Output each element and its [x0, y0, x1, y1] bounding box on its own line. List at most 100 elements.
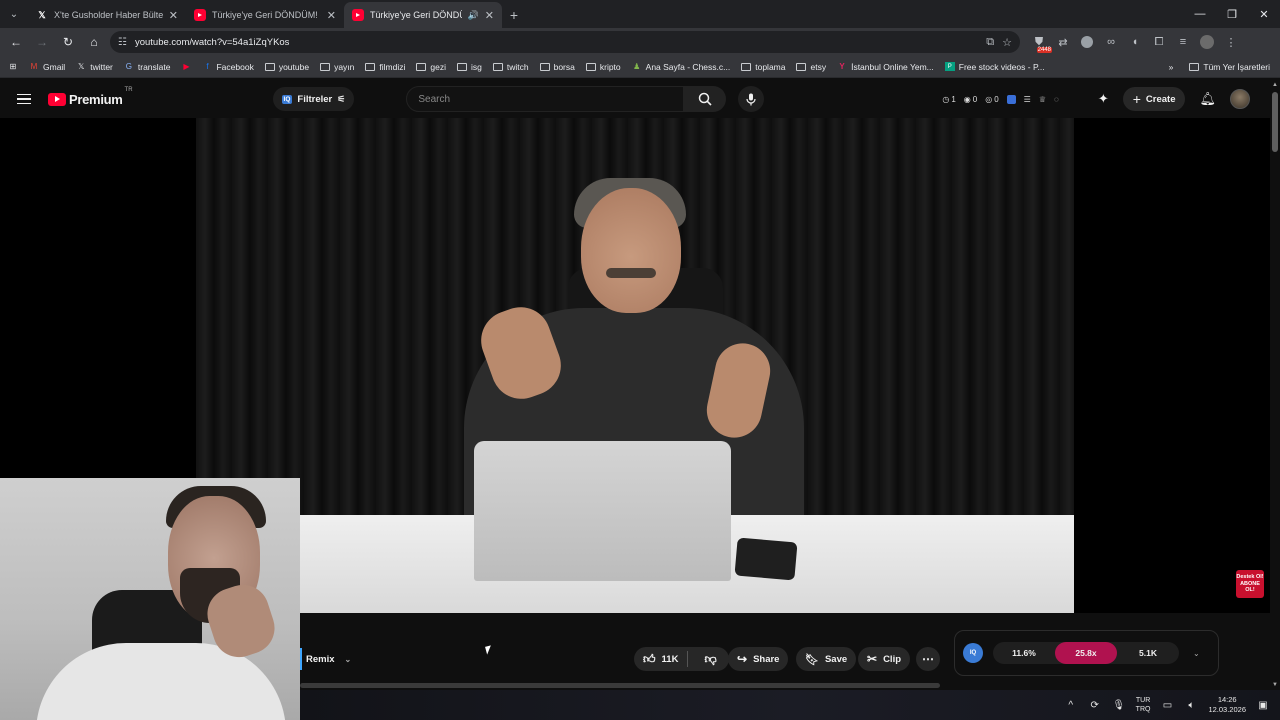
save-button[interactable]: 🔖︎ Save	[796, 647, 857, 671]
share-label: Share	[753, 653, 780, 665]
metric-count[interactable]: 5.1K	[1117, 642, 1179, 664]
chat-icon[interactable]: ◌	[1054, 95, 1059, 104]
metric-multiplier[interactable]: 25.8x	[1055, 642, 1117, 664]
chrome-menu-icon[interactable]: ⋮	[1220, 31, 1242, 53]
avatar[interactable]	[1230, 89, 1250, 109]
speaker-icon[interactable]: 🔊	[468, 10, 479, 21]
list-icon[interactable]: ☰	[1024, 95, 1031, 104]
bookmark-folder-youtube[interactable]: youtube	[264, 62, 309, 72]
home-icon[interactable]: ⌂	[82, 30, 106, 54]
bookmark-folder-etsy[interactable]: etsy	[796, 62, 826, 72]
tab-1[interactable]: 𝕏 X'te Gusholder Haber Bülteni: " ✕	[28, 2, 186, 28]
install-icon[interactable]: ⧉	[986, 36, 994, 49]
site-info-icon[interactable]: ☷	[118, 37, 127, 48]
menu-icon[interactable]	[17, 93, 31, 105]
all-bookmarks[interactable]: Tüm Yer İşaretleri	[1189, 62, 1270, 72]
extension-translate-icon[interactable]: ⇄	[1052, 31, 1074, 53]
restore-icon[interactable]: ❐	[1216, 0, 1248, 28]
tab-search-icon[interactable]: ⌄	[0, 0, 28, 28]
sync-icon[interactable]: ⟳	[1088, 700, 1102, 711]
page-scrollbar[interactable]: ▲ ▼	[1270, 80, 1280, 690]
extensions-puzzle-icon[interactable]: ⧠	[1148, 31, 1170, 53]
url-text[interactable]: youtube.com/watch?v=54a1iZqYKos	[135, 37, 978, 48]
back-icon[interactable]: ←	[4, 30, 28, 54]
folder-icon	[365, 62, 376, 71]
apps-icon[interactable]: ⊞	[8, 62, 18, 71]
notifications-bell-icon[interactable]: 🔔︎	[1199, 91, 1216, 107]
chevron-up-icon[interactable]: ^	[1064, 700, 1078, 711]
voice-search-button[interactable]	[738, 86, 765, 112]
minimize-icon[interactable]: —	[1184, 0, 1216, 28]
youtube-logo[interactable]: Premium TR	[48, 87, 133, 107]
gemini-icon[interactable]: ✦	[1098, 91, 1109, 107]
notification-center-icon[interactable]: ▣	[1256, 700, 1270, 711]
bookmark-twitter[interactable]: 𝕏twitter	[76, 62, 113, 72]
iq-logo-icon[interactable]: IQ	[963, 643, 983, 663]
forward-icon[interactable]: →	[30, 30, 54, 54]
youtube-header: Premium TR IQ Filtreler ⚟ Search ◷ 1 ◉ 0 ◎…	[0, 80, 1270, 118]
reload-icon[interactable]: ↻	[56, 30, 80, 54]
bookmark-folder-toplama[interactable]: toplama	[741, 62, 785, 72]
bookmark-istanbul[interactable]: Y İstanbul Online Yem...	[837, 62, 933, 72]
language-indicator[interactable]: TUR TRQ	[1136, 696, 1151, 714]
scroll-up-icon[interactable]: ▲	[1272, 82, 1278, 88]
share-button[interactable]: ↪ Share	[728, 647, 789, 671]
bookmark-folder-filmdizi[interactable]: filmdizi	[365, 62, 405, 72]
close-icon[interactable]: ✕	[485, 9, 494, 22]
remix-button[interactable]: Remix ⌄	[300, 648, 351, 670]
bookmark-folder-borsa[interactable]: borsa	[539, 62, 575, 72]
folder-icon	[585, 62, 596, 71]
extension-audio-icon[interactable]: ◖	[1124, 31, 1146, 53]
extension-glasses-icon[interactable]: ∞	[1100, 31, 1122, 53]
browser-toolbar: ← → ↻ ⌂ ☷ youtube.com/watch?v=54a1iZqYKo…	[0, 28, 1280, 56]
bookmark-star-icon[interactable]: ☆	[1002, 36, 1012, 49]
clip-label: Clip	[883, 653, 902, 665]
close-icon[interactable]: ✕	[169, 9, 178, 22]
tab-2[interactable]: Türkiye'ye Geri DÖNDÜM! @36 ✕	[186, 2, 344, 28]
bookmark-folder-yayin[interactable]: yayın	[320, 62, 354, 72]
bookmark-gmail[interactable]: M Gmail	[29, 62, 66, 72]
close-window-icon[interactable]: ✕	[1248, 0, 1280, 28]
network-icon[interactable]: ▭	[1160, 700, 1174, 711]
bookmark-youtube-link[interactable]: ▶	[181, 62, 191, 71]
microphone-icon[interactable]: 🎙︎	[1112, 700, 1126, 711]
like-button[interactable]: 👍︎ 11K	[643, 651, 689, 667]
close-icon[interactable]: ✕	[327, 9, 336, 22]
stat-eye-off: ◎ 0	[985, 94, 999, 104]
system-clock[interactable]: 14:26 12.03.2026	[1208, 695, 1246, 715]
profile-icon[interactable]	[1196, 31, 1218, 53]
more-actions-button[interactable]: ⋯	[916, 647, 940, 671]
address-bar[interactable]: ☷ youtube.com/watch?v=54a1iZqYKos ⧉ ☆	[110, 31, 1020, 53]
tab-3-active[interactable]: Türkiye'ye Geri DÖNDÜM! 🔊 ✕	[344, 2, 502, 28]
more-bookmarks-icon[interactable]: »	[1169, 62, 1174, 72]
bookmark-folder-gezi[interactable]: gezi	[416, 62, 446, 72]
new-tab-button[interactable]: +	[502, 2, 526, 28]
channel-watermark[interactable]: Destek Ol! ABONE OL!	[1236, 570, 1264, 598]
create-button[interactable]: + Create	[1122, 87, 1186, 111]
filters-button[interactable]: IQ Filtreler ⚟	[272, 87, 355, 111]
horizontal-scrollbar[interactable]	[300, 683, 940, 688]
clip-button[interactable]: ✂ Clip	[858, 647, 911, 671]
bookmark-folder-kripto[interactable]: kripto	[585, 62, 621, 72]
bookmark-translate[interactable]: Gtranslate	[124, 62, 171, 72]
chevron-down-icon[interactable]: ⌄	[1193, 649, 1200, 658]
bookmark-folder-twitch[interactable]: twitch	[492, 62, 529, 72]
dislike-button[interactable]: 👎︎	[694, 652, 728, 667]
scrollbar-thumb[interactable]	[1272, 92, 1278, 152]
metric-percent[interactable]: 11.6%	[993, 642, 1055, 664]
extension-adblock-icon[interactable]: ⛊ 2448	[1028, 31, 1052, 53]
volume-icon[interactable]: 🔈︎	[1184, 700, 1198, 711]
bookmark-pexels[interactable]: P Free stock videos - P...	[944, 62, 1045, 72]
search-input[interactable]: Search	[406, 86, 685, 112]
search-button[interactable]	[684, 86, 727, 112]
bookmark-folder-isg[interactable]: isg	[456, 62, 482, 72]
save-label: Save	[824, 653, 848, 665]
reading-list-icon[interactable]: ≡	[1172, 31, 1194, 53]
trophy-icon[interactable]: ♕	[1039, 95, 1046, 104]
extension-circle-icon[interactable]	[1076, 31, 1098, 53]
bookmark-chess[interactable]: ♟ Ana Sayfa - Chess.c...	[632, 62, 730, 72]
bookmark-facebook[interactable]: f Facebook	[202, 62, 253, 72]
extension-square-icon[interactable]	[1006, 94, 1016, 104]
scroll-down-icon[interactable]: ▼	[1272, 682, 1278, 688]
video-frame[interactable]	[196, 118, 1074, 613]
